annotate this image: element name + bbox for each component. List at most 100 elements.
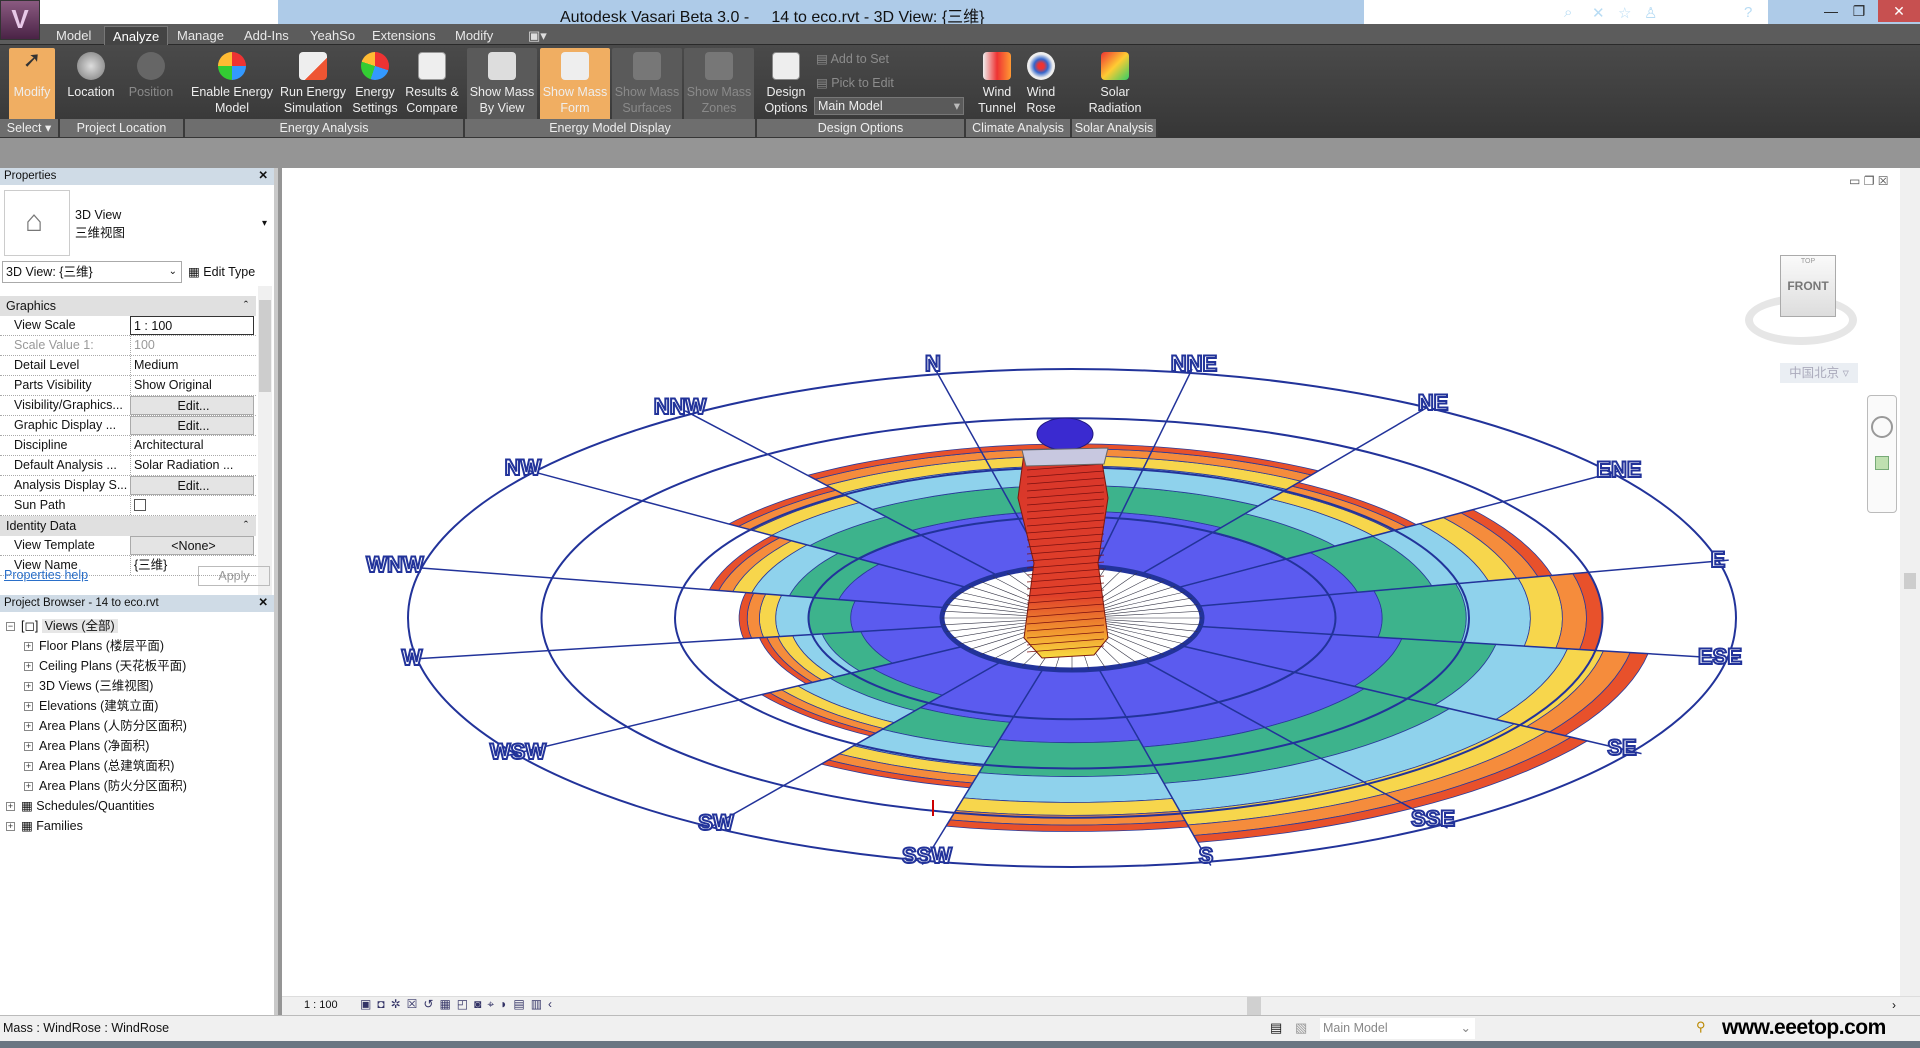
tree-item[interactable]: + Area Plans (净面积) — [24, 736, 149, 756]
tree-item[interactable]: +3D Views (三维视图) — [24, 676, 153, 696]
expand-icon[interactable]: + — [6, 822, 15, 832]
location-dropdown[interactable]: 中国北京 ▿ — [1780, 363, 1858, 383]
viewcube-box[interactable]: TOP FRONT — [1780, 255, 1836, 317]
close-icon[interactable]: ✕ — [258, 168, 268, 185]
scrollbar-thumb[interactable] — [259, 300, 271, 392]
location-button[interactable]: Location — [64, 48, 118, 122]
solar-radiation-button[interactable]: Solar Radiation — [1080, 48, 1150, 122]
tree-item[interactable]: + Elevations (建筑立面) — [24, 696, 158, 716]
help-icon[interactable]: ? — [1744, 4, 1752, 21]
expand-icon[interactable]: + — [6, 802, 15, 812]
scrollbar-thumb[interactable] — [1904, 573, 1916, 589]
tree-item[interactable]: + Area Plans (人防分区面积) — [24, 716, 187, 736]
design-options-button[interactable]: Design Options — [760, 48, 812, 122]
type-selector-dropdown[interactable]: ▾ — [262, 218, 267, 229]
property-group-header[interactable]: Graphics ˆ — [0, 296, 256, 316]
enable-energy-model-button[interactable]: Enable Energy Model — [188, 48, 276, 122]
show-mass-form-button[interactable]: Show Mass Form — [540, 48, 610, 122]
steering-wheel-icon[interactable] — [1871, 416, 1893, 438]
tab-extensions[interactable]: Extensions — [364, 26, 444, 45]
instance-selector[interactable]: 3D View: {三维} ⌄ — [2, 261, 182, 283]
show-mass-zones-button[interactable]: Show Mass Zones — [684, 48, 754, 122]
expand-icon[interactable]: + — [24, 662, 33, 672]
tree-item-views[interactable]: − [◻] Views (全部) — [6, 616, 118, 636]
property-value[interactable]: Show Original — [130, 376, 254, 395]
collapse-icon[interactable]: − — [6, 622, 15, 632]
expand-icon[interactable]: + — [24, 742, 33, 752]
expand-icon[interactable]: + — [24, 722, 33, 732]
expand-icon[interactable]: + — [24, 762, 33, 772]
design-options-status-icon[interactable]: ▧ — [1295, 1020, 1307, 1036]
expand-icon[interactable]: + — [24, 782, 33, 792]
tab-yeahso[interactable]: YeahSo — [302, 26, 363, 45]
binoculars-icon[interactable]: ⌕ — [1564, 4, 1572, 21]
panel-select[interactable]: Select ▾ — [0, 119, 60, 137]
collapse-group-icon[interactable]: ˆ — [244, 516, 248, 536]
energy-settings-button[interactable]: Energy Settings — [350, 48, 400, 122]
property-value[interactable]: Solar Radiation ... — [130, 456, 254, 475]
pick-to-edit-button[interactable]: ▤ Pick to Edit — [816, 75, 894, 90]
filter-icon[interactable]: ⚲ — [1696, 1019, 1706, 1035]
wind-tunnel-button[interactable]: Wind Tunnel — [974, 48, 1020, 122]
edit-type-button[interactable]: ▦ Edit Type — [188, 264, 255, 279]
property-value[interactable]: Architectural — [130, 436, 254, 455]
position-button[interactable]: Position — [124, 48, 178, 122]
tree-item[interactable]: + ▦ Families — [6, 816, 83, 836]
view-scale[interactable]: 1 : 100 — [304, 999, 338, 1011]
status-design-option-dropdown[interactable]: Main Model ⌄ — [1320, 1018, 1475, 1039]
tree-item[interactable]: + Floor Plans (楼层平面) — [24, 636, 164, 656]
show-mass-by-view-button[interactable]: Show Mass By View — [467, 48, 537, 122]
close-view-icon[interactable]: ☒ — [1878, 174, 1889, 188]
property-value[interactable]: <None> — [130, 536, 254, 555]
add-to-set-button[interactable]: ▤ Add to Set — [816, 51, 889, 66]
property-value[interactable]: Edit... — [130, 416, 254, 435]
viewcube-front-face[interactable]: FRONT — [1781, 279, 1835, 293]
close-icon[interactable]: ✕ — [258, 595, 268, 612]
tab-add-ins[interactable]: Add-Ins — [236, 26, 297, 45]
property-value[interactable]: 100 — [130, 336, 254, 355]
tree-item[interactable]: + Ceiling Plans (天花板平面) — [24, 656, 186, 676]
modify-button[interactable]: ➚ Modify — [9, 48, 55, 122]
tree-item[interactable]: + ▦ Schedules/Quantities — [6, 796, 154, 816]
view-vertical-scrollbar[interactable] — [1900, 168, 1920, 996]
tab-analyze[interactable]: Analyze — [104, 26, 169, 45]
design-option-dropdown[interactable]: Main Model ▾ — [814, 97, 964, 115]
tab-modify[interactable]: Modify — [447, 26, 501, 45]
favorites-star-icon[interactable]: ☆ — [1618, 4, 1631, 22]
expand-icon[interactable]: + — [24, 702, 33, 712]
restore-view-icon[interactable]: ❐ — [1864, 174, 1875, 188]
wind-rose-button[interactable]: Wind Rose — [1020, 48, 1062, 122]
ribbon-minimize-icon[interactable]: ▣▾ — [520, 26, 555, 45]
quick-access-toolbar[interactable] — [0, 0, 278, 27]
zoom-region-icon[interactable] — [1875, 456, 1889, 470]
viewcube-top-face[interactable]: TOP — [1781, 258, 1835, 265]
show-mass-surfaces-button[interactable]: Show Mass Surfaces — [612, 48, 682, 122]
tree-item[interactable]: + Area Plans (防火分区面积) — [24, 776, 187, 796]
property-value[interactable]: Medium — [130, 356, 254, 375]
property-group-header[interactable]: Identity Data ˆ — [0, 516, 256, 536]
property-value[interactable]: Edit... — [130, 476, 254, 495]
minimize-view-icon[interactable]: ▭ — [1849, 174, 1860, 188]
view-control-icons[interactable]: ▣◘✲☒↺▦◰◙⌖◗▤▥‹ — [360, 997, 558, 1012]
viewcube[interactable]: TOP FRONT — [1745, 255, 1857, 355]
properties-scrollbar[interactable] — [258, 286, 272, 598]
property-value[interactable]: 1 : 100 — [130, 316, 254, 335]
expand-icon[interactable]: + — [24, 642, 33, 652]
collapse-group-icon[interactable]: ˆ — [244, 296, 248, 316]
property-value[interactable]: Edit... — [130, 396, 254, 415]
tab-manage[interactable]: Manage — [169, 26, 232, 45]
property-value[interactable] — [130, 496, 254, 515]
worksets-icon[interactable]: ▤ — [1270, 1020, 1282, 1036]
restore-button[interactable]: ❐ — [1840, 0, 1878, 22]
sun-path-checkbox[interactable] — [134, 499, 146, 511]
tree-item[interactable]: + Area Plans (总建筑面积) — [24, 756, 174, 776]
user-icon[interactable]: ♙ — [1644, 4, 1657, 22]
run-energy-simulation-button[interactable]: Run Energy Simulation — [278, 48, 348, 122]
results-compare-button[interactable]: Results & Compare — [402, 48, 462, 122]
expand-icon[interactable]: + — [24, 682, 33, 692]
subscription-icon[interactable]: ✕ — [1592, 4, 1605, 22]
scroll-right-icon[interactable]: › — [1892, 998, 1896, 1012]
tab-model[interactable]: Model — [48, 26, 99, 45]
properties-help-link[interactable]: Properties help — [4, 568, 88, 582]
horizontal-scrollbar-thumb[interactable] — [1247, 997, 1261, 1015]
